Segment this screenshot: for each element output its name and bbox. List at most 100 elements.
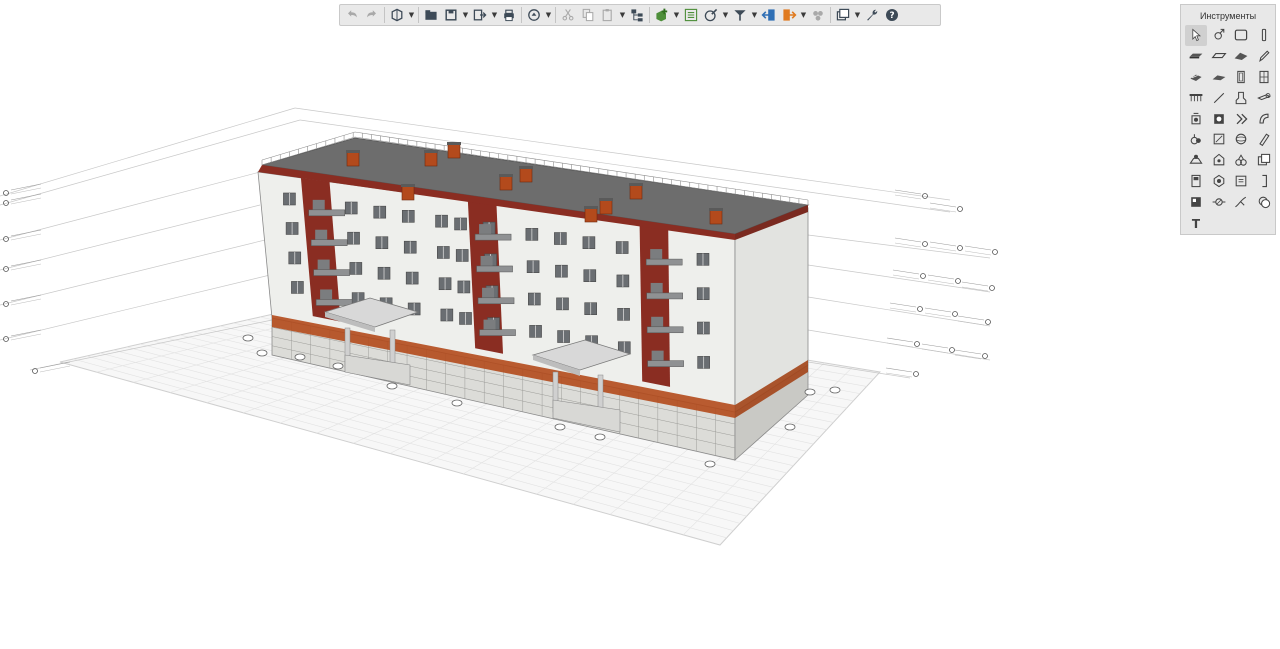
tool-stair[interactable]: [1185, 67, 1207, 88]
chevron-down-icon[interactable]: ▼: [490, 5, 499, 25]
chevron-down-icon[interactable]: ▼: [750, 5, 759, 25]
slab-icon: [1189, 53, 1203, 59]
column-icon: [1261, 29, 1266, 42]
tool-fixture[interactable]: [1230, 87, 1252, 108]
line-icon: [1213, 92, 1224, 103]
tool-ramp[interactable]: [1208, 67, 1230, 88]
help-icon: ?: [886, 9, 898, 21]
rectangle-icon: [1234, 29, 1248, 41]
tool-pipe[interactable]: [1253, 87, 1275, 108]
help-button[interactable]: ?: [882, 5, 902, 25]
tool-measure[interactable]: [1208, 191, 1230, 212]
tool-beam[interactable]: [1185, 87, 1207, 108]
add-object-icon: [656, 8, 668, 22]
tool-pencil[interactable]: [1253, 46, 1275, 67]
tool-pointer[interactable]: [1185, 25, 1207, 46]
copy-button[interactable]: [578, 5, 598, 25]
3d-view-button[interactable]: [387, 5, 407, 25]
tool-cylinder[interactable]: [1253, 129, 1275, 150]
tool-rectangle[interactable]: [1230, 25, 1252, 46]
tool-line[interactable]: [1208, 87, 1230, 108]
duct-icon: [1259, 113, 1269, 124]
cloud-sync-button[interactable]: [524, 5, 544, 25]
import-button[interactable]: [759, 5, 779, 25]
save-icon: [445, 9, 457, 21]
tool-valve[interactable]: [1185, 129, 1207, 150]
list-button[interactable]: [681, 5, 701, 25]
toolbar-separator: [649, 7, 650, 23]
pipe-icon: [1256, 92, 1271, 100]
layers-button[interactable]: [833, 5, 853, 25]
tool-sphere[interactable]: [1230, 129, 1252, 150]
beam-icon: [1189, 93, 1203, 101]
tool-label[interactable]: [1230, 150, 1252, 171]
tool-space[interactable]: [1208, 150, 1230, 171]
export-model-button[interactable]: [779, 5, 799, 25]
main-toolbar: ▼ ▼ ▼ ▼ ▼ ▼ ▼ ▼ ▼ ▼?: [339, 4, 941, 26]
tool-grid[interactable]: [1185, 191, 1207, 212]
paste-button[interactable]: [598, 5, 618, 25]
filter-button[interactable]: [730, 5, 750, 25]
cut-button[interactable]: [558, 5, 578, 25]
export-button[interactable]: [470, 5, 490, 25]
space-icon: [1213, 153, 1224, 166]
tool-column[interactable]: [1253, 25, 1275, 46]
tool-box[interactable]: [1208, 129, 1230, 150]
tool-door[interactable]: [1230, 67, 1252, 88]
tool-section[interactable]: [1253, 150, 1275, 171]
fitting-icon: [1236, 113, 1248, 124]
add-object-button[interactable]: [652, 5, 672, 25]
tool-zone[interactable]: [1185, 150, 1207, 171]
paste-icon: [602, 9, 612, 22]
chevron-down-icon[interactable]: ▼: [544, 5, 553, 25]
redo-button[interactable]: [362, 5, 382, 25]
layers-icon: [836, 8, 850, 21]
sphere-icon: [1235, 134, 1247, 145]
3d-viewport[interactable]: [0, 30, 1170, 645]
tool-slab[interactable]: [1185, 46, 1207, 67]
undo-button[interactable]: [342, 5, 362, 25]
chevron-down-icon[interactable]: ▼: [407, 5, 416, 25]
pointer-icon: [1192, 28, 1202, 42]
shape-icon: [1213, 174, 1224, 188]
tool-curve[interactable]: [1230, 191, 1252, 212]
tool-shape[interactable]: [1208, 171, 1230, 192]
chevron-down-icon[interactable]: ▼: [721, 5, 730, 25]
cloud-icon: [1258, 196, 1270, 208]
tool-annotation[interactable]: [1230, 171, 1252, 192]
window-icon: [1259, 70, 1269, 84]
save-button[interactable]: [441, 5, 461, 25]
open-folder-button[interactable]: [421, 5, 441, 25]
tool-roof[interactable]: [1230, 46, 1252, 67]
chevron-down-icon[interactable]: ▼: [853, 5, 862, 25]
tool-fitting[interactable]: [1230, 108, 1252, 129]
chevron-down-icon[interactable]: ▼: [461, 5, 470, 25]
panel-icon: [1213, 113, 1224, 124]
chevron-down-icon[interactable]: ▼: [799, 5, 808, 25]
tool-bracket[interactable]: [1253, 171, 1275, 192]
edit-icon: [704, 8, 718, 22]
edit-button[interactable]: [701, 5, 721, 25]
wrench-button[interactable]: [862, 5, 882, 25]
door-icon: [1237, 70, 1245, 84]
print-button[interactable]: [499, 5, 519, 25]
building-model-scene[interactable]: [0, 30, 1170, 645]
tool-room[interactable]: [1185, 171, 1207, 192]
chevron-down-icon[interactable]: ▼: [618, 5, 627, 25]
section-icon: [1257, 154, 1270, 166]
fixture-icon: [1235, 91, 1247, 104]
tool-rotate[interactable]: [1208, 25, 1230, 46]
tool-window[interactable]: [1253, 67, 1275, 88]
svg-text:T: T: [1192, 216, 1201, 230]
tool-text[interactable]: T: [1185, 212, 1207, 233]
tool-duct[interactable]: [1253, 108, 1275, 129]
tool-floor[interactable]: [1208, 46, 1230, 67]
tool-equipment[interactable]: [1185, 108, 1207, 129]
chevron-down-icon[interactable]: ▼: [672, 5, 681, 25]
tool-cloud[interactable]: [1253, 191, 1275, 212]
wrench-icon: [867, 9, 878, 21]
tools-grid: T: [1185, 25, 1275, 233]
tool-panel[interactable]: [1208, 108, 1230, 129]
render-button[interactable]: [808, 5, 828, 25]
hierarchy-button[interactable]: [627, 5, 647, 25]
